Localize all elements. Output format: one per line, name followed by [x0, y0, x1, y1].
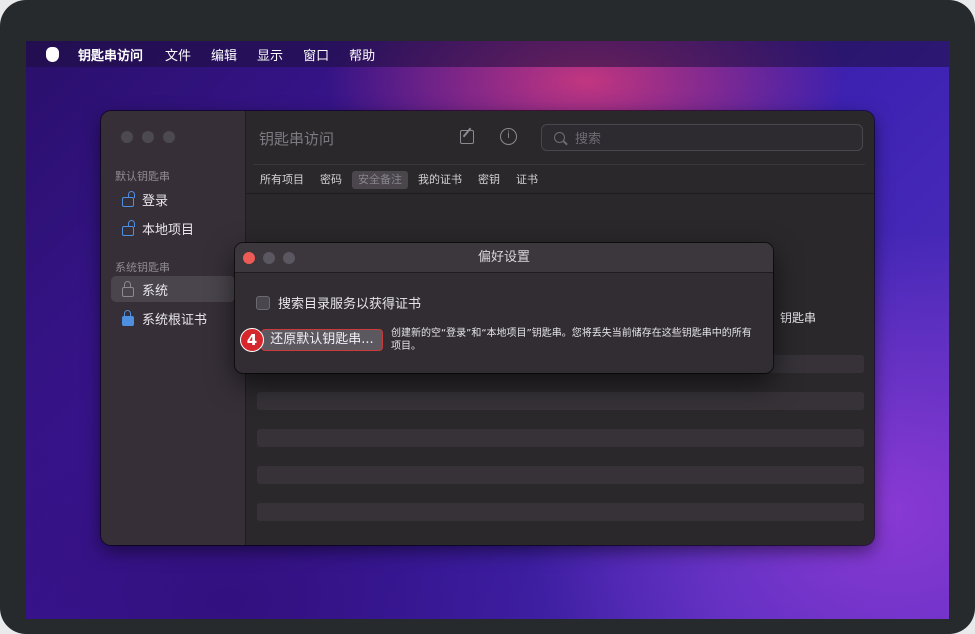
- table-row: [257, 429, 864, 447]
- tab-passwords[interactable]: 密码: [320, 171, 342, 189]
- search-directory-checkbox[interactable]: [256, 295, 270, 310]
- compose-icon[interactable]: [460, 130, 474, 144]
- sidebar-item-label: 系统根证书: [142, 312, 208, 328]
- sidebar: 默认钥匙串 登录 本地项目 系统钥匙串 系统 系统根证书: [101, 111, 246, 545]
- reset-description: 创建新的空“登录”和“本地项目”钥匙串。您将丢失当前储存在这些钥匙串中的所有项目…: [391, 328, 752, 352]
- sidebar-item-label: 登录: [142, 193, 169, 209]
- menu-bar: 钥匙串访问 文件 编辑 显示 窗口 帮助: [26, 41, 949, 67]
- menu-help[interactable]: 帮助: [349, 45, 375, 64]
- window-title: 钥匙串访问: [259, 130, 335, 148]
- reset-default-keychains-button[interactable]: 还原默认钥匙串...: [261, 329, 383, 351]
- unlocked-lock-icon: [122, 219, 135, 236]
- table-row: [257, 466, 864, 484]
- category-tabs: 所有项目 密码 安全备注 我的证书 密钥 证书: [260, 171, 554, 189]
- zoom-window-button[interactable]: [163, 131, 175, 143]
- tab-keys[interactable]: 密钥: [478, 171, 500, 189]
- sidebar-item-label: 系统: [142, 283, 169, 299]
- close-window-button[interactable]: [121, 131, 133, 143]
- toolbar-divider: [253, 164, 865, 165]
- device-bezel: 钥匙串访问 文件 编辑 显示 窗口 帮助 默认钥匙串 登录 本地项目 系统钥匙串…: [0, 0, 975, 634]
- sidebar-section-system: 系统钥匙串: [115, 261, 170, 274]
- certificate-lock-icon: [122, 309, 134, 326]
- tab-certificates[interactable]: 证书: [516, 171, 538, 189]
- menu-window[interactable]: 窗口: [303, 45, 329, 64]
- menu-view[interactable]: 显示: [257, 45, 283, 64]
- search-directory-label: 搜索目录服务以获得证书: [278, 297, 422, 312]
- sidebar-item-local-items[interactable]: 本地项目: [111, 215, 235, 241]
- tabs-divider: [246, 193, 874, 194]
- apple-logo-icon: [45, 46, 59, 62]
- search-placeholder: 搜索: [575, 132, 602, 147]
- desktop-screen: 钥匙串访问 文件 编辑 显示 窗口 帮助 默认钥匙串 登录 本地项目 系统钥匙串…: [26, 41, 949, 619]
- step-badge: 4: [240, 328, 264, 352]
- table-row: [257, 392, 864, 410]
- table-row: [257, 503, 864, 521]
- minimize-window-button[interactable]: [142, 131, 154, 143]
- sidebar-item-system-roots[interactable]: 系统根证书: [111, 305, 235, 331]
- apple-menu[interactable]: [26, 46, 78, 62]
- tab-secure-notes[interactable]: 安全备注: [352, 171, 408, 189]
- menu-file[interactable]: 文件: [165, 45, 191, 64]
- search-field[interactable]: 搜索: [541, 124, 863, 151]
- menu-app-name[interactable]: 钥匙串访问: [78, 45, 143, 64]
- sidebar-item-label: 本地项目: [142, 222, 195, 238]
- search-directory-option[interactable]: 搜索目录服务以获得证书: [256, 293, 421, 312]
- preferences-dialog: 偏好设置 搜索目录服务以获得证书 还原默认钥匙串... 4 创建新的空“登录”和…: [235, 243, 773, 373]
- preferences-titlebar: 偏好设置: [235, 243, 773, 273]
- lock-icon: [122, 280, 134, 297]
- search-icon: [554, 132, 565, 143]
- unlocked-lock-icon: [122, 190, 135, 207]
- info-icon[interactable]: i: [500, 128, 517, 145]
- sidebar-section-default: 默认钥匙串: [115, 170, 170, 183]
- sidebar-item-system[interactable]: 系统: [111, 276, 235, 302]
- tab-all-items[interactable]: 所有项目: [260, 171, 304, 189]
- menu-edit[interactable]: 编辑: [211, 45, 237, 64]
- window-controls: [121, 131, 175, 143]
- column-header-keychain[interactable]: 钥匙串: [780, 309, 816, 326]
- sidebar-item-login[interactable]: 登录: [111, 186, 235, 212]
- preferences-title: 偏好设置: [477, 250, 530, 265]
- tab-my-certificates[interactable]: 我的证书: [418, 171, 462, 189]
